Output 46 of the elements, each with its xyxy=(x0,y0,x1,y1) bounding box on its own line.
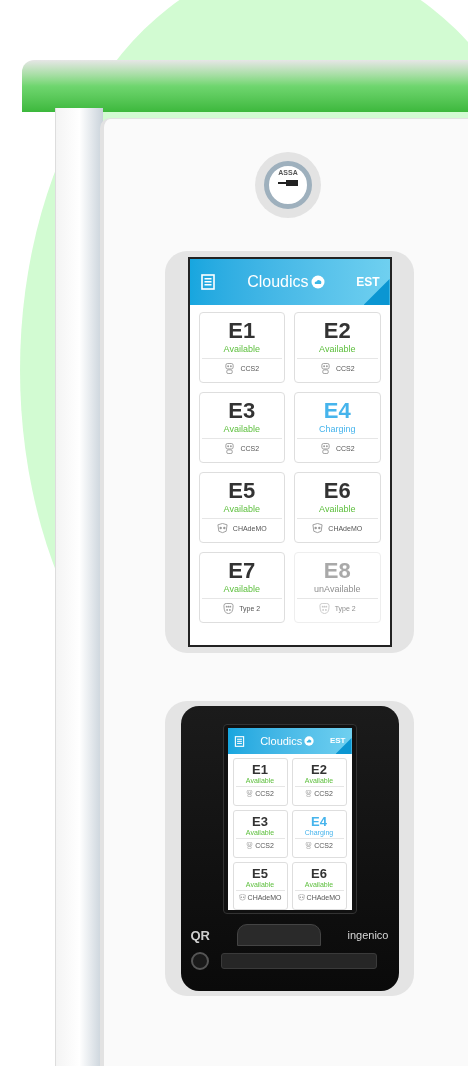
ccs-plug-icon xyxy=(224,363,236,374)
ccs-plug-icon xyxy=(305,790,313,797)
charger-status: Available xyxy=(319,345,356,354)
ccs-plug-icon xyxy=(305,842,313,849)
charger-status: Available xyxy=(223,345,260,354)
cloud-logo-icon xyxy=(304,736,315,746)
charger-id: E2 xyxy=(311,763,327,776)
ccs-plug-icon xyxy=(319,443,331,454)
brand-logo: ingenico xyxy=(347,929,389,941)
qr-logo: QR xyxy=(190,928,210,942)
charger-id: E7 xyxy=(228,560,256,582)
app-title: Cloudics xyxy=(260,733,303,749)
charger-id: E2 xyxy=(323,320,351,342)
chademo-plug-icon xyxy=(238,894,246,901)
menu-icon[interactable] xyxy=(233,735,245,747)
charger-status: Charging xyxy=(319,425,356,434)
chademo-plug-icon xyxy=(216,523,228,534)
charger-status: Available xyxy=(223,425,260,434)
charger-status: Available xyxy=(319,505,356,514)
menu-icon[interactable] xyxy=(199,274,216,290)
ccs-plug-icon xyxy=(246,842,254,849)
charger-id: E6 xyxy=(323,480,351,502)
charger-id: E5 xyxy=(228,480,256,502)
chademo-plug-icon xyxy=(297,894,305,901)
charger-id: E3 xyxy=(252,815,268,828)
charger-id: E6 xyxy=(311,867,327,880)
app-title: Cloudics xyxy=(247,272,309,292)
charger-id: E1 xyxy=(252,763,268,776)
charger-status: Available xyxy=(223,585,260,594)
round-button[interactable] xyxy=(190,952,209,970)
ccs-plug-icon xyxy=(224,443,236,454)
charger-id: E3 xyxy=(228,400,256,422)
ccs-plug-icon xyxy=(246,790,254,797)
charger-status: Available xyxy=(223,505,260,514)
cloud-logo-icon xyxy=(310,275,325,289)
charger-id: E5 xyxy=(252,867,268,880)
type2-plug-icon xyxy=(223,603,235,614)
keyhole-icon xyxy=(278,180,298,186)
charger-id: E8 xyxy=(323,560,351,582)
chademo-plug-icon xyxy=(312,523,324,534)
charger-id: E4 xyxy=(323,400,351,422)
charger-status: unAvailable xyxy=(314,585,361,594)
ccs-plug-icon xyxy=(319,363,331,374)
type2-plug-icon xyxy=(318,603,330,614)
charger-id: E4 xyxy=(311,815,327,828)
charger-id: E1 xyxy=(228,320,256,342)
